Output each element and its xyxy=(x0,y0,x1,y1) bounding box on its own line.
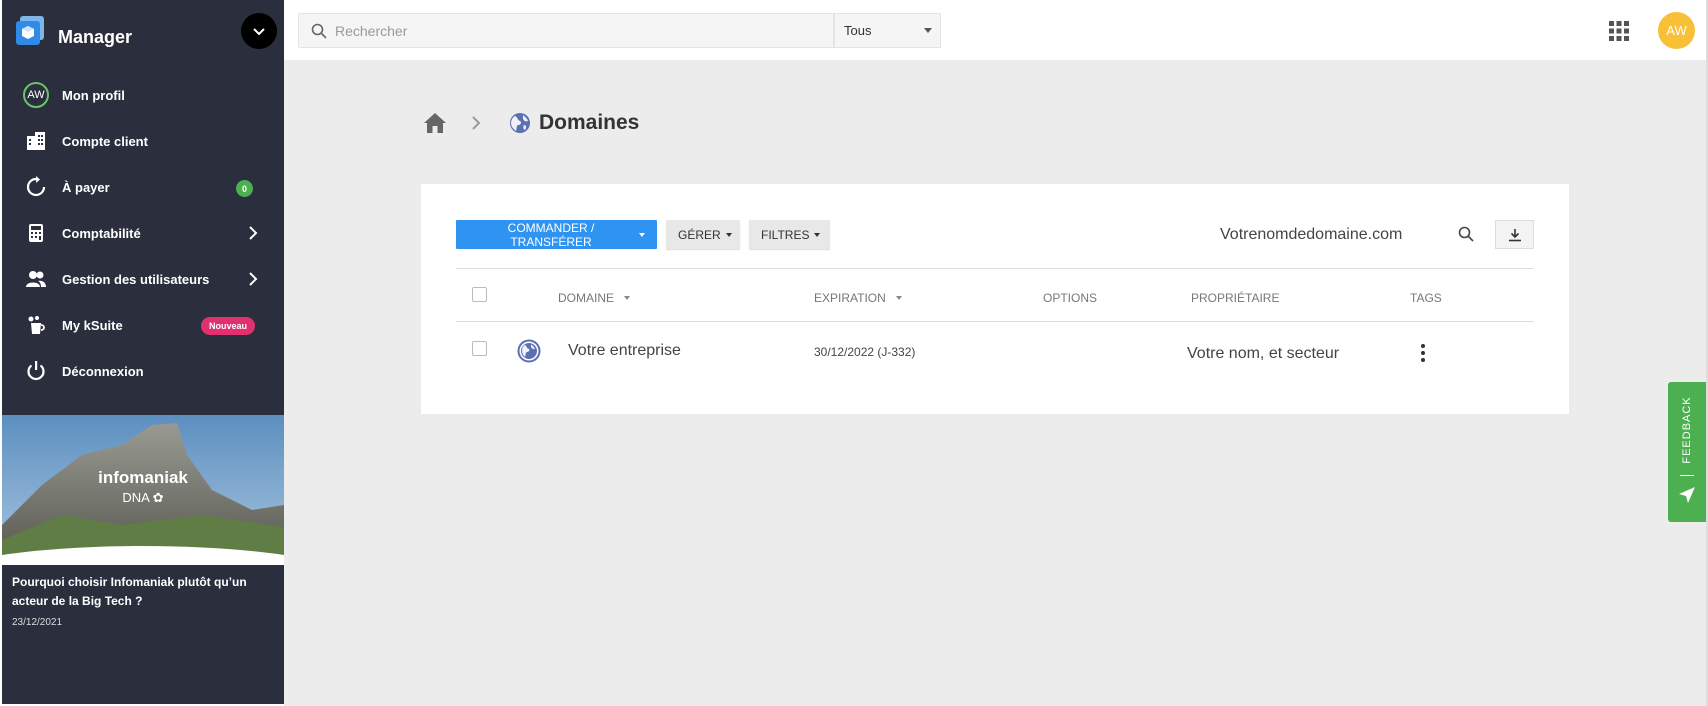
users-icon xyxy=(22,265,50,293)
promo-title[interactable]: Pourquoi choisir Infomaniak plutôt qu’un… xyxy=(12,573,267,611)
sidebar-item-mon-profil[interactable]: AW Mon profil xyxy=(2,72,284,118)
caret-down-icon xyxy=(924,28,932,33)
chevron-right-icon xyxy=(245,225,261,241)
chevron-down-icon xyxy=(253,28,265,36)
column-tags: TAGS xyxy=(1410,291,1442,305)
sidebar-item-label: Gestion des utilisateurs xyxy=(62,271,210,287)
sidebar-item-label: Mon profil xyxy=(62,87,125,103)
sidebar-item-deconnexion[interactable]: Déconnexion xyxy=(2,348,284,394)
divider xyxy=(456,268,1534,269)
column-expiration[interactable]: EXPIRATION xyxy=(814,291,902,305)
sidebar-item-comptabilite[interactable]: Comptabilité xyxy=(2,210,284,256)
chevron-right-icon xyxy=(469,116,483,130)
order-transfer-button[interactable]: COMMANDER / TRANSFÉRER xyxy=(456,220,657,249)
building-icon xyxy=(22,127,50,155)
infomaniak-logo: infomaniak xyxy=(98,468,188,487)
more-vertical-icon[interactable] xyxy=(1417,343,1429,363)
column-proprietaire: PROPRIÉTAIRE xyxy=(1191,291,1280,305)
caret-down-icon xyxy=(639,232,645,237)
sidebar-item-label: Compte client xyxy=(62,133,148,149)
main-content: Domaines COMMANDER / TRANSFÉRER GÉRER FI… xyxy=(284,60,1708,706)
column-domaine[interactable]: DOMAINE xyxy=(558,291,631,305)
apps-grid-icon[interactable] xyxy=(1608,20,1630,42)
select-all-checkbox[interactable] xyxy=(472,287,487,302)
download-button[interactable] xyxy=(1495,220,1534,249)
sidebar-header: Manager xyxy=(2,0,284,60)
sidebar-item-a-payer[interactable]: À payer 0 xyxy=(2,164,284,210)
refresh-icon xyxy=(22,173,50,201)
sort-icon xyxy=(895,296,902,300)
caret-down-icon xyxy=(814,232,821,237)
search-box xyxy=(298,13,834,48)
promo-date: 23/12/2021 xyxy=(12,617,63,628)
sidebar-item-compte-client[interactable]: Compte client xyxy=(2,118,284,164)
sidebar-nav: AW Mon profil Compte client À payer 0 Co… xyxy=(2,72,284,394)
search-input[interactable] xyxy=(335,14,825,47)
count-badge: 0 xyxy=(236,180,253,197)
divider xyxy=(1680,475,1694,476)
sidebar-item-label: Déconnexion xyxy=(62,363,144,379)
download-icon xyxy=(1508,228,1521,241)
sidebar-item-label: Comptabilité xyxy=(62,225,141,241)
manage-button[interactable]: GÉRER xyxy=(666,220,740,249)
divider xyxy=(456,321,1534,322)
brand-name: Manager xyxy=(58,27,133,47)
sidebar: Manager AW Mon profil Compte client À pa… xyxy=(2,0,284,704)
page-title: Domaines xyxy=(539,111,640,134)
feedback-label: FEEDBACK xyxy=(1681,396,1693,464)
home-icon[interactable] xyxy=(423,112,447,134)
caret-down-icon xyxy=(725,232,732,237)
power-icon xyxy=(22,357,50,385)
sidebar-item-gestion-utilisateurs[interactable]: Gestion des utilisateurs xyxy=(2,256,284,302)
topbar: Tous AW xyxy=(284,0,1708,60)
feedback-tab[interactable]: FEEDBACK xyxy=(1668,382,1706,522)
domain-name-text: Votrenomdedomaine.com xyxy=(1220,226,1403,243)
domains-card: COMMANDER / TRANSFÉRER GÉRER FILTRES Vot… xyxy=(421,184,1569,414)
search-scope-select[interactable]: Tous xyxy=(834,13,941,48)
search-icon xyxy=(311,23,327,39)
sidebar-item-my-ksuite[interactable]: My kSuite Nouveau xyxy=(2,302,284,348)
manager-logo-icon[interactable] xyxy=(14,14,48,48)
sort-icon xyxy=(624,296,631,300)
promo-image[interactable]: infomaniak DNA ✿ xyxy=(2,415,284,565)
row-checkbox[interactable] xyxy=(472,341,487,356)
profile-avatar: AW xyxy=(23,82,49,108)
domain-name[interactable]: Votre entreprise xyxy=(568,342,681,360)
dna-label: DNA ✿ xyxy=(122,490,164,505)
expiration-date: 30/12/2022 (J-332) xyxy=(814,345,916,359)
column-options: OPTIONS xyxy=(1043,291,1098,305)
sidebar-item-label: À payer xyxy=(62,179,110,195)
search-icon[interactable] xyxy=(1458,226,1474,242)
globe-icon xyxy=(509,112,531,134)
filters-button[interactable]: FILTRES xyxy=(749,220,830,249)
sidebar-item-label: My kSuite xyxy=(62,317,123,333)
owner-name: Votre nom, et secteur xyxy=(1187,345,1340,362)
new-badge: Nouveau xyxy=(201,317,256,335)
calculator-icon xyxy=(22,219,50,247)
user-avatar[interactable]: AW xyxy=(1658,12,1695,49)
chevron-right-icon xyxy=(245,271,261,287)
leaf-icon: ✿ xyxy=(152,490,164,505)
sidebar-toggle-button[interactable] xyxy=(241,13,277,49)
globe-icon xyxy=(517,339,541,363)
ksuite-icon xyxy=(22,311,50,339)
breadcrumb: Domaines xyxy=(423,108,639,138)
search-scope-value: Tous xyxy=(844,23,872,38)
send-icon xyxy=(1678,486,1696,504)
